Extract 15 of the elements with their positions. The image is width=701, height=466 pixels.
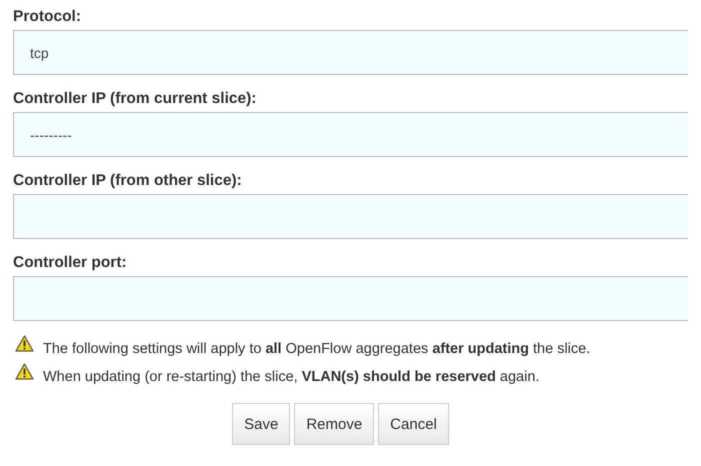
select-field[interactable]: tcp <box>13 30 688 75</box>
field-label: Controller IP (from other slice): <box>13 171 243 191</box>
field-label: Controller port: <box>13 253 128 273</box>
field-label: Protocol: <box>13 7 82 27</box>
action-button[interactable]: Cancel <box>378 403 449 445</box>
select-field[interactable]: --------- <box>13 112 688 157</box>
input-field[interactable] <box>13 276 688 321</box>
warning-icon <box>15 363 34 380</box>
action-button[interactable]: Save <box>232 403 290 445</box>
input-field[interactable] <box>13 194 688 239</box>
field-label: Controller IP (from current slice): <box>13 89 258 109</box>
notice-text: When updating (or re-starting) the slice, VLAN(s) should be reserved again. <box>43 369 540 385</box>
notice-text: The following settings will apply to all OpenFlow aggregates after updating the slice. <box>43 341 590 357</box>
warning-icon <box>15 335 34 352</box>
action-button[interactable]: Remove <box>294 403 374 445</box>
